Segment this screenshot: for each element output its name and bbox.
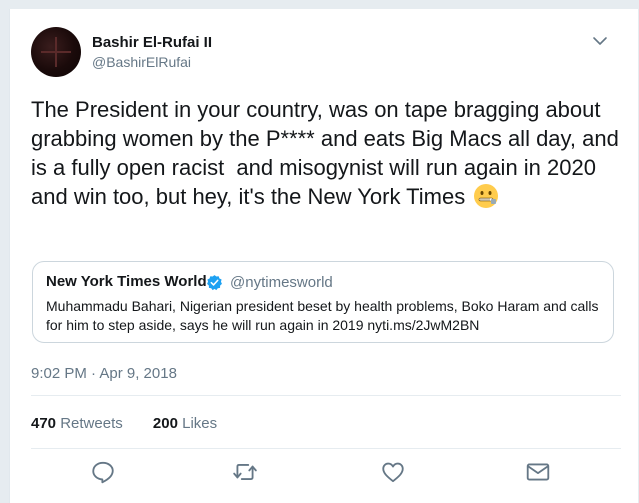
like-icon[interactable] — [380, 459, 406, 485]
retweet-icon[interactable] — [232, 459, 258, 485]
retweets-stat[interactable]: 470 Retweets — [31, 415, 123, 432]
verified-badge-icon — [206, 274, 223, 291]
zipper-mouth-face-emoji — [473, 183, 499, 209]
divider — [31, 395, 621, 396]
author-name[interactable]: Bashir El-Rufai II — [92, 34, 212, 51]
reply-icon[interactable] — [90, 459, 116, 485]
avatar[interactable] — [31, 27, 81, 77]
quoted-author-name: New York Times World — [46, 273, 207, 290]
chevron-down-icon[interactable] — [592, 33, 608, 49]
likes-count: 200 — [152, 415, 178, 432]
tweet-text-content: The President in your country, was on ta… — [31, 97, 625, 209]
likes-stat[interactable]: 200 Likes — [153, 415, 217, 432]
divider — [31, 448, 621, 449]
tweet-card: Bashir El-Rufai II @BashirElRufai The Pr… — [9, 9, 638, 503]
retweets-label: Retweets — [60, 415, 123, 432]
retweets-count: 470 — [31, 415, 57, 432]
tweet-text: The President in your country, was on ta… — [31, 95, 621, 211]
engagement-stats: 470 Retweets 200 Likes — [31, 415, 217, 432]
quoted-author-handle: @nytimesworld — [230, 274, 333, 291]
likes-label: Likes — [182, 415, 218, 432]
quoted-tweet-text: Muhammadu Bahari, Nigerian president bes… — [46, 298, 599, 333]
tweet-timestamp[interactable]: 9:02 PM · Apr 9, 2018 — [31, 365, 177, 382]
quoted-tweet[interactable]: New York Times World @nytimesworld Muham… — [32, 261, 614, 343]
direct-message-icon[interactable] — [525, 459, 551, 485]
author-handle[interactable]: @BashirElRufai — [92, 54, 191, 70]
